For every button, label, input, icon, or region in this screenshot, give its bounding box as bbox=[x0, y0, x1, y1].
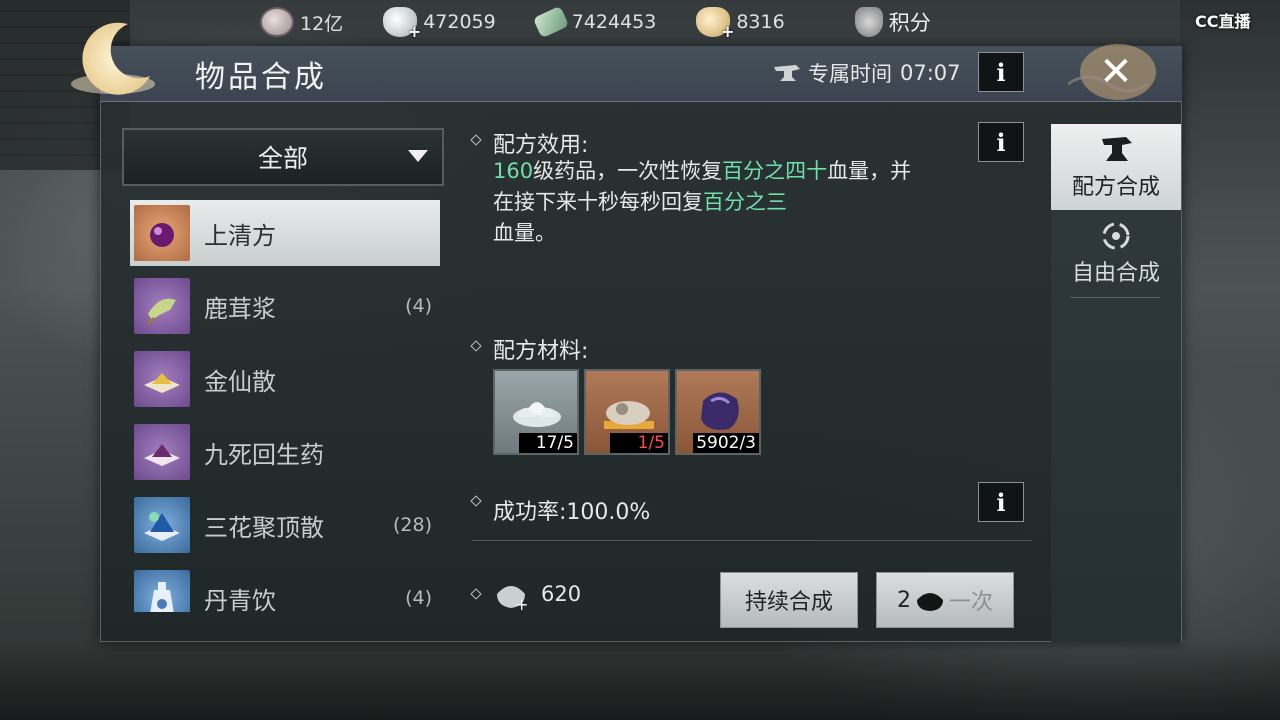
material-slot[interactable]: 17/5 bbox=[493, 369, 579, 455]
recipe-count: (4) bbox=[405, 587, 432, 609]
effect-text: 级药品，一次性恢复 bbox=[533, 159, 723, 183]
recipe-count: (28) bbox=[392, 514, 432, 536]
stream-watermark: CC直播 bbox=[1195, 12, 1251, 31]
exclusive-time-label: 专属时间 bbox=[808, 62, 892, 86]
svg-text:+: + bbox=[515, 595, 528, 612]
cycle-arrows-icon bbox=[1102, 222, 1130, 250]
resource-coin[interactable]: 12亿 bbox=[260, 7, 343, 37]
effect-description: 160级药品，一次性恢复百分之四十血量，并在接下来十秒每秒回复百分之三 血量。 bbox=[493, 156, 913, 249]
resource-coin-value: 12亿 bbox=[300, 12, 344, 35]
material-slot[interactable]: 5902/3 bbox=[675, 369, 761, 455]
purple-pill-icon bbox=[134, 205, 190, 261]
resource-gold[interactable]: + 8316 bbox=[696, 7, 785, 41]
header-info-button[interactable]: i bbox=[978, 52, 1024, 92]
success-rate: 成功率:100.0% bbox=[493, 494, 650, 526]
continuous-synthesis-button[interactable]: 持续合成 bbox=[720, 572, 858, 628]
antler-icon bbox=[134, 278, 190, 334]
material-slot[interactable]: 1/5 bbox=[584, 369, 670, 455]
page-title: 物品合成 bbox=[195, 60, 327, 95]
resource-bar: 12亿 + 472059 7424453 + 8316 积分 bbox=[260, 0, 1040, 44]
effect-text: 血量。 bbox=[493, 221, 556, 245]
material-quantity: 1/5 bbox=[610, 433, 668, 453]
list-item[interactable]: 丹青饮 (4) bbox=[130, 565, 440, 612]
plus-icon: + bbox=[720, 22, 735, 41]
recipe-name: 丹青饮 bbox=[204, 586, 276, 613]
jade-icon bbox=[532, 5, 569, 39]
close-button[interactable]: ✕ bbox=[1094, 50, 1138, 94]
exclusive-time-value: 07:07 bbox=[900, 61, 961, 85]
continuous-synthesis-label: 持续合成 bbox=[744, 590, 833, 615]
crescent-moon-icon bbox=[71, 22, 155, 95]
effect-text: 百分之四十 bbox=[722, 159, 828, 183]
resource-silver-value: 472059 bbox=[423, 11, 496, 33]
gold-powder-icon bbox=[134, 351, 190, 407]
points-label: 积分 bbox=[888, 11, 931, 35]
anvil-icon bbox=[774, 65, 800, 81]
divider bbox=[472, 540, 1032, 541]
synthesize-once-cost: 2 bbox=[896, 587, 911, 613]
success-info-button[interactable]: i bbox=[978, 482, 1024, 522]
silver-ingot-icon: + bbox=[497, 586, 528, 612]
tab-label: 配方合成 bbox=[1071, 175, 1160, 200]
info-icon: i bbox=[996, 57, 1006, 87]
chevron-down-icon bbox=[408, 150, 428, 162]
points-button[interactable]: 积分 bbox=[854, 7, 931, 37]
success-rate-label: 成功率: bbox=[493, 500, 567, 525]
recipe-name: 九死回生药 bbox=[204, 440, 324, 469]
cost-value: 620 bbox=[541, 582, 582, 606]
recipe-name: 金仙散 bbox=[204, 367, 276, 396]
plus-icon: + bbox=[407, 22, 422, 41]
list-item[interactable]: 金仙散 bbox=[130, 346, 440, 412]
resource-silver[interactable]: + 472059 bbox=[383, 7, 496, 41]
recipe-list[interactable]: 上清方 鹿茸浆 (4) 金仙散 九死回生药 三花聚顶散 (28) 丹青饮 (4) bbox=[126, 196, 444, 612]
material-quantity: 17/5 bbox=[519, 433, 577, 453]
resource-jade-value: 7424453 bbox=[571, 11, 657, 33]
info-icon: i bbox=[996, 487, 1006, 517]
material-quantity: 5902/3 bbox=[693, 433, 759, 453]
effect-text: 160 bbox=[493, 159, 534, 183]
ground-decor bbox=[0, 640, 1280, 720]
list-item[interactable]: 三花聚顶散 (28) bbox=[130, 492, 440, 558]
synthesize-once-button[interactable]: 2 一次 bbox=[876, 572, 1014, 628]
resource-jade[interactable]: 7424453 bbox=[532, 5, 657, 39]
list-item[interactable]: 上清方 bbox=[130, 200, 440, 266]
black-ingot-icon bbox=[916, 593, 943, 611]
purple-powder-icon bbox=[134, 424, 190, 480]
shield-icon bbox=[854, 7, 883, 37]
tab-free-synthesis[interactable]: 自由合成 bbox=[1051, 210, 1181, 296]
recipe-count: (4) bbox=[405, 295, 432, 317]
tab-label: 自由合成 bbox=[1071, 261, 1160, 286]
silver-ingot-icon: + bbox=[383, 7, 421, 41]
synthesize-once-label: 一次 bbox=[948, 590, 993, 615]
recipe-name: 三花聚顶散 bbox=[204, 513, 324, 542]
effect-info-button[interactable]: i bbox=[978, 122, 1024, 162]
materials-label: 配方材料: bbox=[493, 339, 589, 364]
list-item[interactable]: 九死回生药 bbox=[130, 419, 440, 485]
gold-ingot-icon: + bbox=[696, 7, 734, 41]
tab-recipe-synthesis[interactable]: 配方合成 bbox=[1051, 124, 1181, 210]
anvil-icon bbox=[1102, 137, 1132, 161]
recipe-name: 鹿茸浆 bbox=[204, 294, 276, 323]
exclusive-time: 专属时间 07:07 bbox=[772, 58, 961, 88]
category-dropdown[interactable]: 全部 bbox=[122, 128, 444, 186]
recipe-name: 上清方 bbox=[204, 221, 276, 250]
list-item[interactable]: 鹿茸浆 (4) bbox=[130, 273, 440, 339]
tab-divider bbox=[1070, 297, 1160, 298]
success-rate-value: 100.0% bbox=[566, 500, 651, 525]
category-dropdown-value: 全部 bbox=[257, 144, 308, 173]
effect-label: 配方效用: bbox=[493, 133, 589, 158]
potion-bottle-icon bbox=[134, 570, 190, 612]
coin-icon bbox=[260, 7, 294, 37]
blue-powder-icon bbox=[134, 497, 190, 553]
resource-gold-value: 8316 bbox=[736, 11, 785, 33]
effect-text: 百分之三 bbox=[703, 190, 787, 214]
close-icon: ✕ bbox=[1099, 49, 1133, 95]
info-icon: i bbox=[996, 127, 1006, 157]
